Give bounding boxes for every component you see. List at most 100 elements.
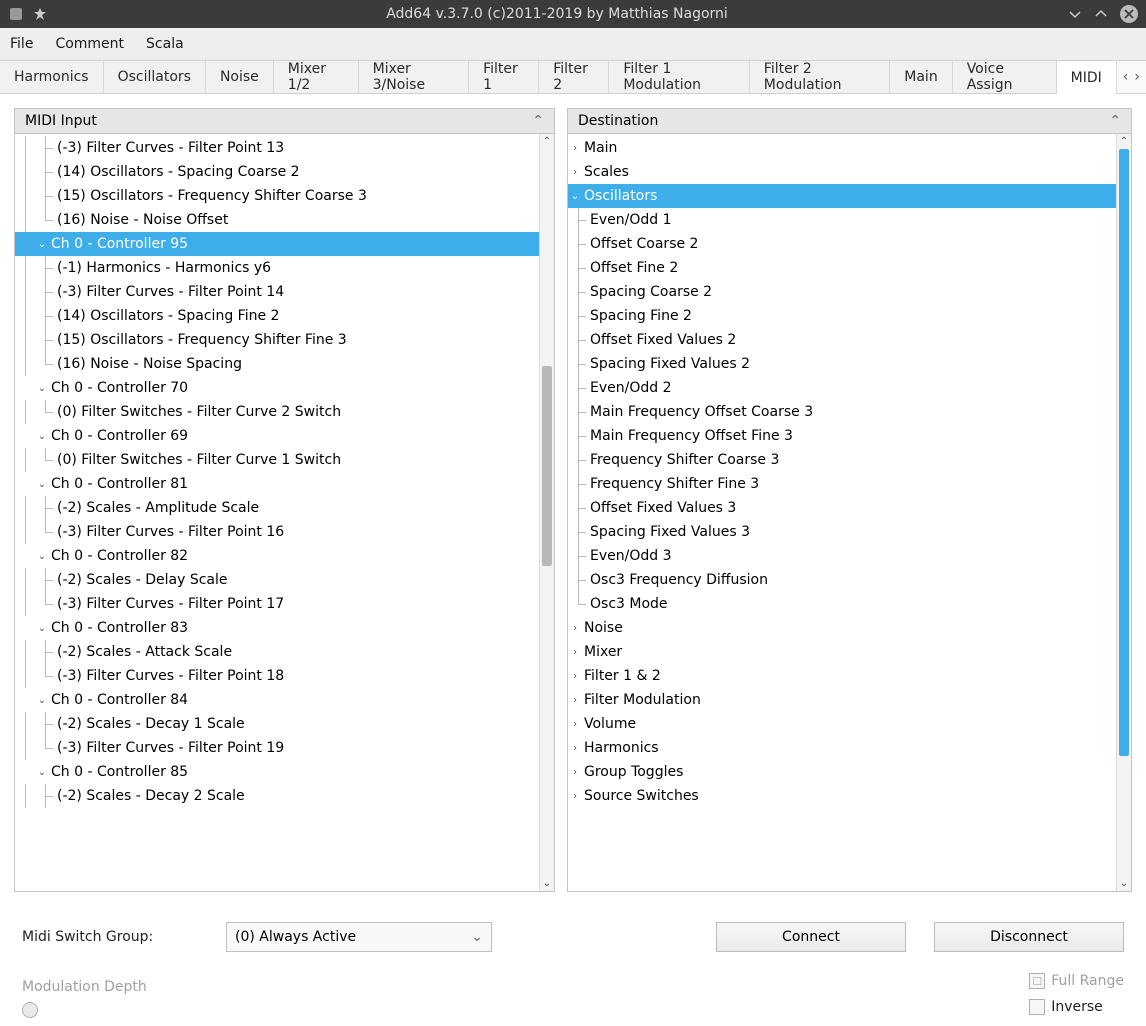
tree-item[interactable]: ›Harmonics [568, 736, 1116, 760]
chevron-right-icon[interactable]: › [568, 647, 582, 658]
tree-item[interactable]: (15) Oscillators - Frequency Shifter Fin… [15, 328, 539, 352]
midi-input-tree[interactable]: (-3) Filter Curves - Filter Point 13(14)… [15, 134, 539, 891]
chevron-right-icon[interactable]: › [568, 767, 582, 778]
tree-item[interactable]: Offset Fine 2 [568, 256, 1116, 280]
minimize-icon[interactable] [1068, 7, 1082, 21]
tree-item[interactable]: Frequency Shifter Coarse 3 [568, 448, 1116, 472]
inverse-checkbox[interactable]: Inverse [1029, 999, 1124, 1015]
tab-filter-1[interactable]: Filter 1 [469, 61, 539, 93]
tree-item[interactable]: ⌄Ch 0 - Controller 83 [15, 616, 539, 640]
destination-header[interactable]: Destination ⌃ [568, 109, 1131, 134]
tree-item[interactable]: (-2) Scales - Attack Scale [15, 640, 539, 664]
chevron-down-icon[interactable]: ⌄ [568, 191, 582, 202]
chevron-right-icon[interactable]: › [568, 623, 582, 634]
tab-harmonics[interactable]: Harmonics [0, 61, 104, 93]
tree-item[interactable]: Spacing Fine 2 [568, 304, 1116, 328]
tree-item[interactable]: Even/Odd 3 [568, 544, 1116, 568]
tree-item[interactable]: ⌄Ch 0 - Controller 70 [15, 376, 539, 400]
destination-tree[interactable]: ›Main›Scales⌄OscillatorsEven/Odd 1Offset… [568, 134, 1116, 891]
tree-item[interactable]: (-2) Scales - Decay 2 Scale [15, 784, 539, 808]
chevron-down-icon[interactable]: ⌄ [35, 623, 49, 634]
tab-filter-2-modulation[interactable]: Filter 2 Modulation [750, 61, 890, 93]
midi-switch-group-combo[interactable]: (0) Always Active ⌄ [226, 922, 492, 952]
tree-item[interactable]: ⌄Ch 0 - Controller 69 [15, 424, 539, 448]
tree-item[interactable]: ⌄Ch 0 - Controller 85 [15, 760, 539, 784]
chevron-right-icon[interactable]: › [568, 167, 582, 178]
maximize-icon[interactable] [1094, 7, 1108, 21]
tree-item[interactable]: (0) Filter Switches - Filter Curve 1 Swi… [15, 448, 539, 472]
tree-item[interactable]: ›Noise [568, 616, 1116, 640]
tree-item[interactable]: (16) Noise - Noise Offset [15, 208, 539, 232]
tree-item[interactable]: (-3) Filter Curves - Filter Point 13 [15, 136, 539, 160]
tree-item[interactable]: ⌄Ch 0 - Controller 84 [15, 688, 539, 712]
scroll-thumb[interactable] [1119, 149, 1129, 756]
tab-mixer-1-2[interactable]: Mixer 1/2 [274, 61, 359, 93]
tab-scroll-right-icon[interactable]: › [1134, 69, 1140, 85]
tree-item[interactable]: (-3) Filter Curves - Filter Point 19 [15, 736, 539, 760]
tree-item[interactable]: (-3) Filter Curves - Filter Point 16 [15, 520, 539, 544]
tree-item[interactable]: ⌄Ch 0 - Controller 95 [15, 232, 539, 256]
tree-item[interactable]: Spacing Fixed Values 2 [568, 352, 1116, 376]
tree-item[interactable]: (0) Filter Switches - Filter Curve 2 Swi… [15, 400, 539, 424]
tree-item[interactable]: (15) Oscillators - Frequency Shifter Coa… [15, 184, 539, 208]
tree-item[interactable]: (-2) Scales - Delay Scale [15, 568, 539, 592]
tree-item[interactable]: Even/Odd 2 [568, 376, 1116, 400]
destination-scrollbar[interactable]: ⌃ ⌄ [1116, 134, 1131, 891]
scroll-up-icon[interactable]: ⌃ [540, 134, 554, 149]
tree-item[interactable]: Main Frequency Offset Coarse 3 [568, 400, 1116, 424]
midi-input-header[interactable]: MIDI Input ⌃ [15, 109, 554, 134]
tab-main[interactable]: Main [890, 61, 952, 93]
menu-file[interactable]: File [10, 36, 33, 52]
tab-scroll-left-icon[interactable]: ‹ [1123, 69, 1129, 85]
tree-item[interactable]: Offset Fixed Values 3 [568, 496, 1116, 520]
tab-filter-2[interactable]: Filter 2 [539, 61, 609, 93]
chevron-right-icon[interactable]: › [568, 695, 582, 706]
tree-item[interactable]: (-3) Filter Curves - Filter Point 17 [15, 592, 539, 616]
tree-item[interactable]: ⌄Oscillators [568, 184, 1116, 208]
tree-item[interactable]: Osc3 Mode [568, 592, 1116, 616]
chevron-down-icon[interactable]: ⌄ [35, 431, 49, 442]
tree-item[interactable]: (14) Oscillators - Spacing Coarse 2 [15, 160, 539, 184]
connect-button[interactable]: Connect [716, 922, 906, 952]
chevron-right-icon[interactable]: › [568, 791, 582, 802]
tree-item[interactable]: (14) Oscillators - Spacing Fine 2 [15, 304, 539, 328]
menu-comment[interactable]: Comment [55, 36, 124, 52]
tab-oscillators[interactable]: Oscillators [104, 61, 206, 93]
tree-item[interactable]: ›Mixer [568, 640, 1116, 664]
tree-item[interactable]: (-2) Scales - Decay 1 Scale [15, 712, 539, 736]
tree-item[interactable]: Even/Odd 1 [568, 208, 1116, 232]
chevron-right-icon[interactable]: › [568, 143, 582, 154]
tab-noise[interactable]: Noise [206, 61, 274, 93]
chevron-down-icon[interactable]: ⌄ [35, 479, 49, 490]
tree-item[interactable]: ›Filter Modulation [568, 688, 1116, 712]
chevron-down-icon[interactable]: ⌄ [35, 383, 49, 394]
midi-input-scrollbar[interactable]: ⌃ ⌄ [539, 134, 554, 891]
chevron-right-icon[interactable]: › [568, 719, 582, 730]
scroll-down-icon[interactable]: ⌄ [540, 876, 554, 891]
tree-item[interactable]: Offset Coarse 2 [568, 232, 1116, 256]
tree-item[interactable]: ›Scales [568, 160, 1116, 184]
tree-item[interactable]: Spacing Fixed Values 3 [568, 520, 1116, 544]
pin-icon[interactable] [34, 8, 46, 20]
menu-scala[interactable]: Scala [146, 36, 184, 52]
tree-item[interactable]: (-2) Scales - Amplitude Scale [15, 496, 539, 520]
chevron-down-icon[interactable]: ⌄ [35, 695, 49, 706]
scroll-down-icon[interactable]: ⌄ [1117, 876, 1131, 891]
tab-mixer-3-noise[interactable]: Mixer 3/Noise [359, 61, 469, 93]
scroll-thumb[interactable] [542, 366, 552, 566]
disconnect-button[interactable]: Disconnect [934, 922, 1124, 952]
tree-item[interactable]: (16) Noise - Noise Spacing [15, 352, 539, 376]
tree-item[interactable]: ›Group Toggles [568, 760, 1116, 784]
tree-item[interactable]: ⌄Ch 0 - Controller 81 [15, 472, 539, 496]
tree-item[interactable]: Osc3 Frequency Diffusion [568, 568, 1116, 592]
tree-item[interactable]: Main Frequency Offset Fine 3 [568, 424, 1116, 448]
tree-item[interactable]: ›Source Switches [568, 784, 1116, 808]
close-icon[interactable] [1120, 5, 1138, 23]
tab-filter-1-modulation[interactable]: Filter 1 Modulation [609, 61, 749, 93]
tree-item[interactable]: (-1) Harmonics - Harmonics y6 [15, 256, 539, 280]
chevron-down-icon[interactable]: ⌄ [35, 239, 49, 250]
tab-midi[interactable]: MIDI [1057, 62, 1117, 94]
tree-item[interactable]: ›Volume [568, 712, 1116, 736]
chevron-right-icon[interactable]: › [568, 743, 582, 754]
chevron-down-icon[interactable]: ⌄ [35, 551, 49, 562]
